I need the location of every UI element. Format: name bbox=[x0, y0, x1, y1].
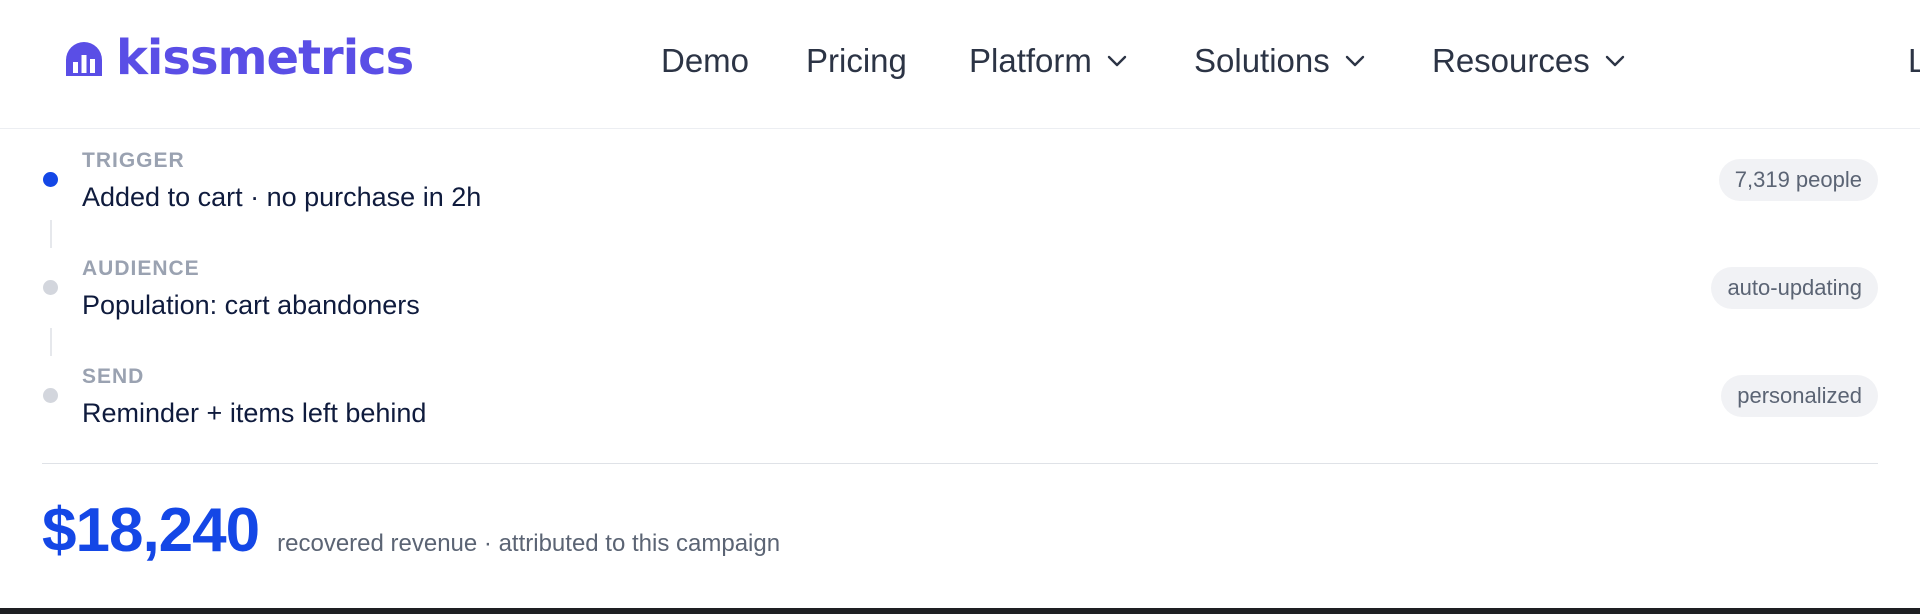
kissmetrics-logo[interactable]: kissmetrics bbox=[62, 30, 414, 86]
step-kicker: SEND bbox=[82, 365, 145, 388]
step-count-badge: 7,319 people bbox=[1718, 159, 1878, 201]
section-divider bbox=[42, 463, 1878, 464]
nav-link-label: Solutions bbox=[1194, 42, 1330, 79]
bar-chart-logo-icon bbox=[66, 42, 102, 76]
chevron-down-icon bbox=[1605, 55, 1624, 66]
step-title: Reminder + items left behind bbox=[82, 398, 427, 428]
step-title: Added to cart · no purchase in 2h bbox=[82, 182, 482, 212]
nav-link-label: Pricing bbox=[806, 42, 907, 79]
step-status-badge: personalized bbox=[1721, 375, 1878, 417]
step-dot bbox=[43, 388, 58, 403]
step-status-badge: auto-updating bbox=[1711, 267, 1878, 309]
flow-step-send: SEND Reminder + items left behind person… bbox=[0, 360, 1920, 450]
flow-step-trigger: TRIGGER Added to cart · no purchase in 2… bbox=[0, 144, 1920, 234]
nav-link-demo[interactable]: Demo bbox=[661, 44, 749, 77]
recovered-revenue-value: $18,240 bbox=[42, 496, 260, 565]
nav-menu-resources[interactable]: Resources bbox=[1432, 44, 1626, 77]
step-connector bbox=[50, 328, 52, 356]
revenue-summary: $18,240 recovered revenue · attributed t… bbox=[42, 500, 780, 562]
step-dot bbox=[43, 280, 58, 295]
nav-link-label: Demo bbox=[661, 42, 750, 79]
step-dot-active bbox=[43, 172, 58, 187]
top-navigation: kissmetrics Demo Pricing Platform Soluti… bbox=[0, 0, 1920, 129]
bottom-edge bbox=[0, 608, 1920, 614]
step-kicker: TRIGGER bbox=[82, 149, 185, 172]
recovered-revenue-caption: recovered revenue · attributed to this c… bbox=[277, 530, 781, 557]
step-title: Population: cart abandoners bbox=[82, 290, 420, 320]
nav-link-cutoff[interactable]: L bbox=[1908, 44, 1920, 77]
chevron-down-icon bbox=[1345, 55, 1364, 66]
nav-link-pricing[interactable]: Pricing bbox=[806, 44, 907, 77]
flow-step-audience: AUDIENCE Population: cart abandoners aut… bbox=[0, 252, 1920, 342]
nav-menu-platform[interactable]: Platform bbox=[969, 44, 1128, 77]
logo-wordmark: kissmetrics bbox=[116, 30, 414, 86]
nav-link-label: Resources bbox=[1432, 42, 1590, 79]
nav-link-label: Platform bbox=[969, 42, 1092, 79]
step-connector bbox=[50, 220, 52, 248]
chevron-down-icon bbox=[1107, 55, 1127, 66]
step-kicker: AUDIENCE bbox=[82, 257, 200, 280]
nav-link-label: L bbox=[1908, 42, 1920, 79]
nav-menu-solutions[interactable]: Solutions bbox=[1194, 44, 1366, 77]
